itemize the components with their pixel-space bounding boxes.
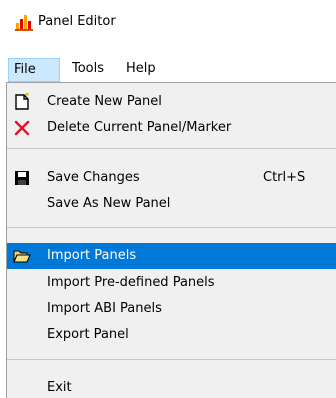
menu-item-import-panels[interactable]: Import Panels <box>7 243 336 269</box>
menu-item-label: Import Pre-defined Panels <box>47 275 215 290</box>
menu-item-label: Delete Current Panel/Marker <box>47 120 232 135</box>
menu-item-save-changes[interactable]: Save Changes Ctrl+S <box>7 165 336 191</box>
file-menu-dropdown: Create New Panel Delete Current Panel/Ma… <box>6 82 336 398</box>
menu-item-import-predefined-panels[interactable]: Import Pre-defined Panels <box>7 270 336 296</box>
menu-item-label: Exit <box>47 380 72 395</box>
menu-item-import-abi-panels[interactable]: Import ABI Panels <box>7 296 336 322</box>
menu-item-save-as-new-panel[interactable]: Save As New Panel <box>7 191 336 217</box>
open-folder-icon <box>13 247 31 265</box>
save-floppy-icon <box>13 169 31 187</box>
panel-editor-app-icon <box>14 12 34 32</box>
menu-item-delete-current-panel[interactable]: Delete Current Panel/Marker <box>7 115 336 141</box>
menu-item-create-new-panel[interactable]: Create New Panel <box>7 89 336 115</box>
new-document-icon <box>13 93 31 111</box>
menu-separator <box>7 148 336 149</box>
title-bar: Panel Editor <box>0 0 336 48</box>
menu-item-label: Import Panels <box>47 248 137 263</box>
menu-item-label: Save As New Panel <box>47 196 171 211</box>
shortcut-label: Ctrl+S <box>263 170 306 185</box>
menu-separator <box>7 227 336 228</box>
delete-x-icon <box>13 119 31 137</box>
menu-separator <box>7 359 336 360</box>
menu-item-export-panel[interactable]: Export Panel <box>7 322 336 348</box>
menu-help[interactable]: Help <box>122 58 168 82</box>
panel-editor-window: Panel Editor File Tools Help Create New … <box>0 0 336 398</box>
window-title: Panel Editor <box>38 14 116 29</box>
menu-item-label: Export Panel <box>47 327 129 342</box>
menu-item-label: Import ABI Panels <box>47 301 162 316</box>
menu-item-label: Create New Panel <box>47 94 162 109</box>
menu-tools[interactable]: Tools <box>68 58 118 82</box>
menu-bar: File Tools Help <box>0 58 336 82</box>
menu-item-exit[interactable]: Exit <box>7 375 336 398</box>
menu-file[interactable]: File <box>8 58 60 82</box>
menu-item-label: Save Changes <box>47 170 140 185</box>
